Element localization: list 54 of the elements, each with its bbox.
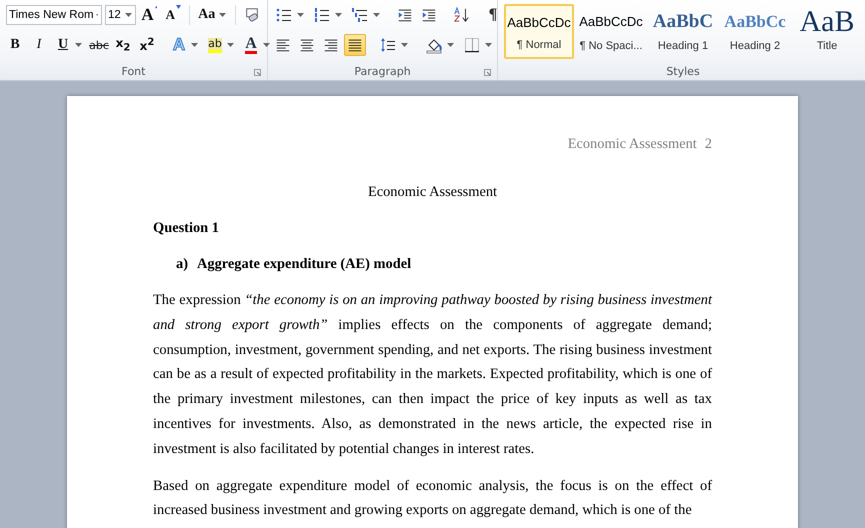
page-number: 2 <box>704 136 712 154</box>
style-gallery-item[interactable]: AaBbCcDc ¶ Normal <box>504 4 574 59</box>
dropdown-arrow-icon[interactable] <box>227 43 234 47</box>
strikethrough-button[interactable]: abc <box>88 34 110 56</box>
dropdown-arrow-icon[interactable] <box>335 13 342 17</box>
up-triangle-icon <box>154 5 158 9</box>
grow-font-button[interactable]: A <box>138 4 160 26</box>
bold-button[interactable]: B <box>4 34 26 56</box>
dropdown-arrow-icon[interactable] <box>219 13 226 17</box>
sort-icon <box>453 6 469 24</box>
subscript-button[interactable]: x$_{2}$ <box>112 34 134 56</box>
body-paragraph: The expression “the economy is on an improving pathway boosted by rising business investment and strong export growth” implies effects on the components of aggregate demand; consumption, investment, government spending, and net exports. The rising business investment can be as a result of expected profitability in the markets. Expected profitability, which is one of the primary investment milestones, can then impact the price of key inputs as well as tax incentives for investments. Also, as demonstrated in the news article, the expected rise in investment is also facilitated by potential changes in interest rates. <box>153 291 712 459</box>
justify-button[interactable] <box>344 34 366 56</box>
italic-button[interactable]: I <box>28 34 50 56</box>
multilevel-list-icon <box>351 6 369 24</box>
show-marks-button[interactable]: ¶ <box>482 4 504 26</box>
section-heading: Question 1 <box>153 220 219 236</box>
dropdown-arrow-icon[interactable] <box>263 43 270 47</box>
borders-icon <box>463 36 481 54</box>
style-gallery-item[interactable]: AaBbCc Heading 2 <box>720 4 790 59</box>
dropdown-arrow-icon[interactable] <box>447 43 454 47</box>
dialog-launcher-icon[interactable] <box>254 69 261 76</box>
font-color-button[interactable]: A <box>240 34 262 56</box>
change-case-button[interactable]: Aa <box>195 4 218 26</box>
bullets-icon <box>275 6 293 24</box>
style-gallery-item[interactable]: AaBbC Heading 1 <box>648 4 718 59</box>
highlight-button[interactable]: ab <box>204 34 226 56</box>
dropdown-arrow-icon[interactable] <box>75 43 82 47</box>
body-paragraph: Based on aggregate expenditure model of economic analysis, the focus is on the effect of increased business investment and growing exports on aggregate demand, which is one of the <box>153 476 712 520</box>
style-gallery-item[interactable]: AaBbCcDc ¶ No Spaci... <box>576 4 646 59</box>
shrink-font-button[interactable]: A <box>162 4 184 26</box>
clear-formatting-icon <box>244 6 260 24</box>
dropdown-arrow-icon[interactable] <box>191 43 198 47</box>
dropdown-arrow-icon[interactable] <box>373 13 380 17</box>
dialog-launcher-icon[interactable] <box>484 69 491 76</box>
group-label: Paragraph <box>354 65 411 78</box>
style-gallery-item[interactable]: AaB Title <box>792 4 862 59</box>
dropdown-arrow-icon[interactable] <box>125 13 132 17</box>
document-title: Economic Assessment <box>368 184 498 200</box>
superscript-button[interactable]: x$^{2}$ <box>136 34 158 56</box>
dropdown-arrow-icon[interactable] <box>485 43 492 47</box>
group-label: Font <box>122 65 146 78</box>
dropdown-arrow-icon[interactable] <box>297 13 304 17</box>
underline-button[interactable]: U <box>52 34 74 56</box>
subsection-heading: Aggregate expenditure (AE) model <box>197 255 412 274</box>
line-spacing-icon <box>379 36 397 54</box>
numbering-icon <box>313 6 331 24</box>
down-triangle-icon <box>176 5 181 9</box>
dropdown-arrow-icon[interactable] <box>401 43 408 47</box>
group-label: Styles <box>666 65 700 78</box>
running-header: Economic Assessment <box>568 136 697 154</box>
font-name-field[interactable]: Times New Rom <box>6 5 102 25</box>
list-marker: a) <box>176 255 188 274</box>
font-size-field[interactable]: 12 <box>105 5 136 25</box>
